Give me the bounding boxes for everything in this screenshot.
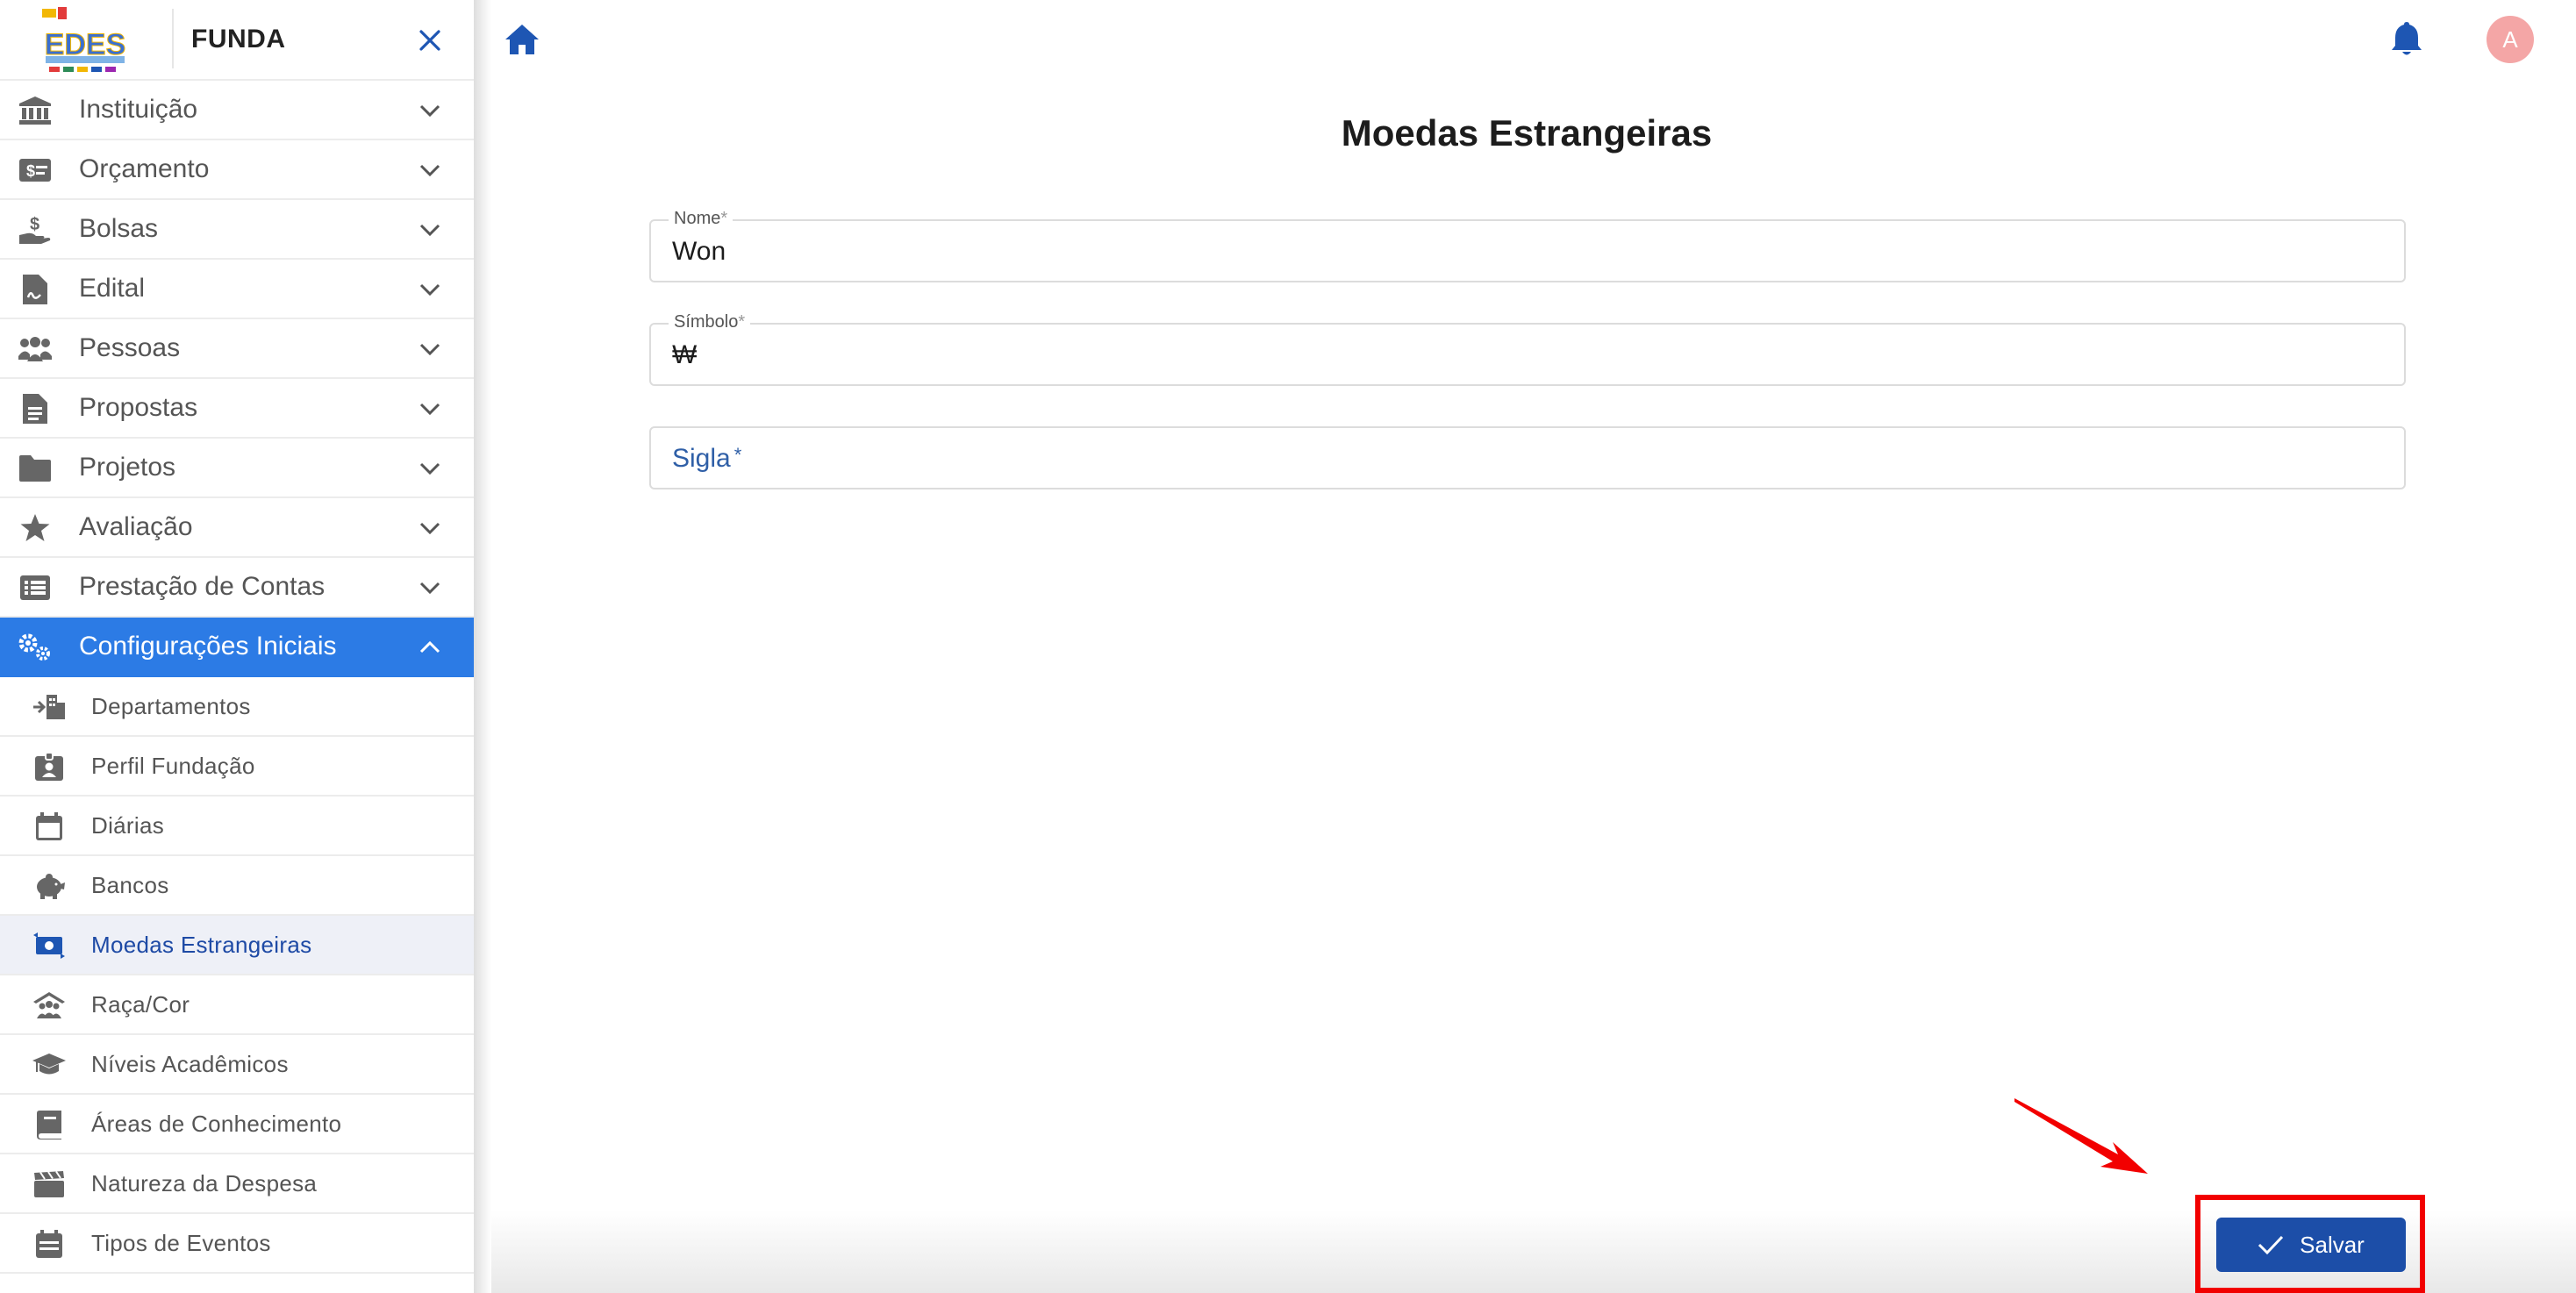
calendar-list-icon <box>32 1228 67 1260</box>
sidebar-item-label: Níveis Acadêmicos <box>91 1050 289 1077</box>
money-exchange-icon <box>32 930 67 961</box>
close-icon <box>419 30 440 51</box>
simbolo-input[interactable]: ₩ <box>672 340 2374 370</box>
people-roof-icon <box>32 989 67 1021</box>
annotation-highlight-box <box>2195 1195 2425 1293</box>
sidebar-item-moedas-estrangeiras[interactable]: Moedas Estrangeiras <box>0 916 474 975</box>
sidebar-item-bancos[interactable]: Bancos <box>0 856 474 916</box>
menu-item-label: Edital <box>79 274 146 303</box>
sidebar-item-label: Moedas Estrangeiras <box>91 931 312 958</box>
book-icon <box>32 1109 67 1140</box>
chevron-down-icon <box>416 398 444 419</box>
sidebar-item-niveis-academicos[interactable]: Níveis Acadêmicos <box>0 1035 474 1095</box>
money-check-icon: $ <box>18 154 53 186</box>
chevron-down-icon <box>416 279 444 300</box>
menu-item-instituicao[interactable]: Instituição <box>0 81 474 140</box>
app-name: FUNDA <box>191 25 286 54</box>
simbolo-field[interactable]: Símbolo* ₩ <box>649 312 2406 386</box>
sidebar-item-label: Natureza da Despesa <box>91 1169 318 1197</box>
close-sidebar-button[interactable] <box>412 23 447 58</box>
sidebar-item-natureza-da-despesa[interactable]: Natureza da Despesa <box>0 1154 474 1214</box>
file-lines-icon <box>18 393 53 425</box>
menu-item-edital[interactable]: Edital <box>0 260 474 319</box>
svg-text:$: $ <box>30 215 39 234</box>
piggy-bank-icon <box>32 870 67 902</box>
menu-item-label: Configurações Iniciais <box>79 632 337 661</box>
nome-field[interactable]: Nome* Won <box>649 209 2406 282</box>
nome-input[interactable]: Won <box>672 237 2374 267</box>
menu-item-bolsas[interactable]: $ Bolsas <box>0 200 474 260</box>
sigla-field[interactable]: Sigla * <box>649 426 2406 489</box>
chevron-down-icon <box>416 518 444 539</box>
menu-item-prestacao-de-contas[interactable]: Prestação de Contas <box>0 558 474 618</box>
sigla-placeholder[interactable]: Sigla * <box>672 444 741 474</box>
id-badge-icon <box>32 751 67 782</box>
chevron-down-icon <box>416 577 444 598</box>
sidebar-item-label: Áreas de Conhecimento <box>91 1110 342 1137</box>
svg-text:$: $ <box>26 162 35 180</box>
sidebar-item-label: Tipos de Eventos <box>91 1229 271 1256</box>
menu-item-label: Pessoas <box>79 333 181 362</box>
menu-item-label: Orçamento <box>79 154 210 183</box>
file-contract-icon <box>18 274 53 305</box>
header-divider <box>172 9 174 68</box>
menu-item-configuracoes-iniciais[interactable]: Configurações Iniciais <box>0 618 474 677</box>
calendar-icon <box>32 811 67 842</box>
chevron-up-icon <box>416 637 444 658</box>
menu-item-orcamento[interactable]: $ Orçamento <box>0 140 474 200</box>
chevron-down-icon <box>416 339 444 360</box>
simbolo-label: Símbolo* <box>669 312 751 332</box>
sidebar-item-tipos-de-eventos[interactable]: Tipos de Eventos <box>0 1214 474 1274</box>
menu-item-pessoas[interactable]: Pessoas <box>0 319 474 379</box>
menu-item-label: Bolsas <box>79 214 159 243</box>
bank-icon <box>18 95 53 126</box>
chevron-down-icon <box>416 100 444 121</box>
sidebar-item-areas-de-conhecimento[interactable]: Áreas de Conhecimento <box>0 1095 474 1154</box>
sidebar-header: EDES FUNDA <box>0 0 474 81</box>
graduation-cap-icon <box>32 1049 67 1081</box>
app-window: EDES FUNDA Instituição $ Orçamento $ Bol… <box>0 0 2576 1293</box>
sidebar-item-perfil-fundacao[interactable]: Perfil Fundação <box>0 737 474 797</box>
menu-item-label: Prestação de Contas <box>79 572 326 601</box>
chevron-down-icon <box>416 160 444 181</box>
menu-item-projetos[interactable]: Projetos <box>0 439 474 498</box>
annotation-arrow-icon <box>2014 1098 2148 1174</box>
sidebar: EDES FUNDA Instituição $ Orçamento $ Bol… <box>0 0 474 1293</box>
menu-item-label: Avaliação <box>79 512 193 541</box>
sidebar-item-diarias[interactable]: Diárias <box>0 797 474 856</box>
sidebar-item-label: Bancos <box>91 871 169 898</box>
menu-item-label: Propostas <box>79 393 198 422</box>
sidebar-item-departamentos[interactable]: Departamentos <box>0 677 474 737</box>
building-arrow-icon <box>32 691 67 723</box>
star-icon <box>18 512 53 544</box>
sidebar-item-raca-cor[interactable]: Raça/Cor <box>0 975 474 1035</box>
hand-coin-icon: $ <box>18 214 53 246</box>
sidebar-item-label: Departamentos <box>91 692 251 719</box>
chevron-down-icon <box>416 219 444 240</box>
home-button[interactable] <box>504 23 540 56</box>
users-icon <box>18 333 53 365</box>
home-icon <box>505 25 539 54</box>
sidebar-item-label: Raça/Cor <box>91 990 190 1018</box>
sidebar-shadow <box>474 0 491 1293</box>
nome-label: Nome* <box>669 209 733 229</box>
clapperboard-icon <box>32 1168 67 1200</box>
page-title: Moedas Estrangeiras <box>1341 112 1713 154</box>
folder-icon <box>18 453 53 484</box>
chevron-down-icon <box>416 458 444 479</box>
menu-item-propostas[interactable]: Propostas <box>0 379 474 439</box>
svg-text:EDES: EDES <box>45 28 126 61</box>
list-icon <box>18 572 53 604</box>
notifications-button[interactable] <box>2390 19 2423 58</box>
gears-icon <box>18 632 53 663</box>
bell-icon <box>2392 22 2422 55</box>
menu-item-avaliacao[interactable]: Avaliação <box>0 498 474 558</box>
menu-item-label: Projetos <box>79 453 176 482</box>
menu-item-label: Instituição <box>79 95 198 124</box>
sidebar-item-label: Diárias <box>91 811 165 839</box>
logo: EDES <box>39 5 132 75</box>
user-avatar[interactable]: A <box>2487 16 2534 63</box>
sidebar-item-label: Perfil Fundação <box>91 752 255 779</box>
